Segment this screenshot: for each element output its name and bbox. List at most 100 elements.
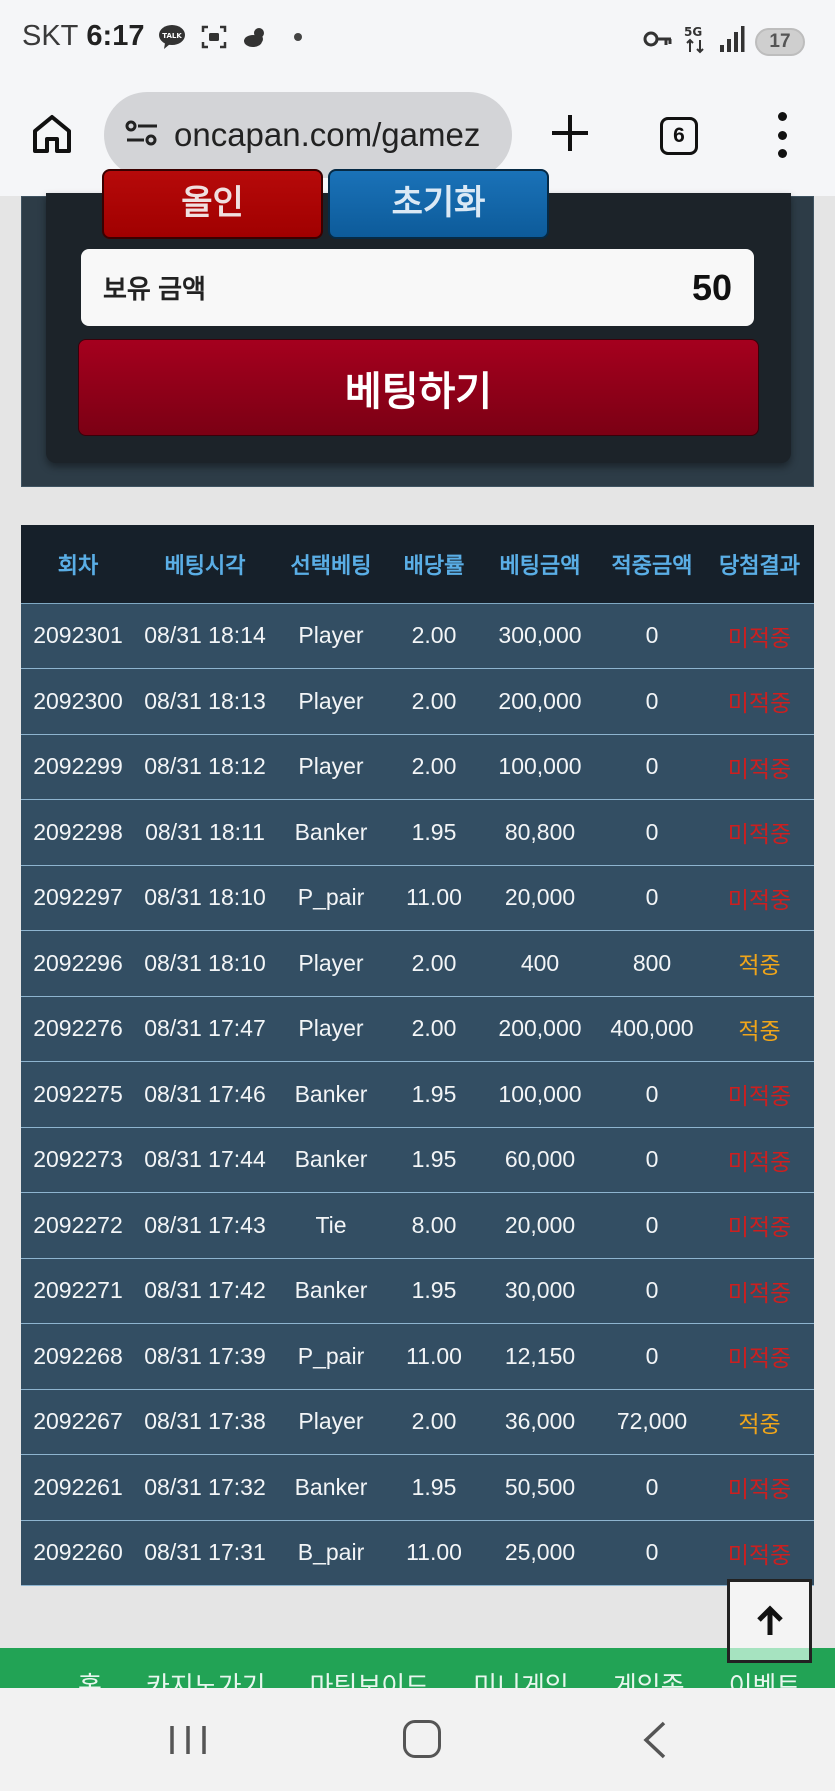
cell-win-amount: 0 <box>599 799 705 866</box>
cell-result: 미적중 <box>705 668 814 735</box>
table-row: 2092271 08/31 17:42 Banker 1.95 30,000 0 미적중 <box>21 1258 814 1324</box>
cell-round: 2092267 <box>21 1389 135 1455</box>
cell-result: 적중 <box>705 1389 814 1455</box>
cell-bet-time: 08/31 17:44 <box>135 1127 275 1193</box>
cell-bet-amount: 400 <box>481 930 599 997</box>
arrow-up-icon <box>756 1605 783 1635</box>
cell-win-amount: 0 <box>599 668 705 735</box>
cell-bet-time: 08/31 18:12 <box>135 734 275 800</box>
cell-selection: Banker <box>275 1127 387 1193</box>
cell-bet-amount: 60,000 <box>481 1127 599 1193</box>
cell-bet-amount: 200,000 <box>481 668 599 735</box>
footer-menu-item[interactable]: 마틴보이드 <box>310 1666 430 1688</box>
site-settings-icon[interactable] <box>124 118 160 153</box>
cell-win-amount: 0 <box>599 1258 705 1324</box>
screenshot-icon <box>200 24 228 50</box>
header-bet-time: 베팅시각 <box>135 525 275 604</box>
cell-win-amount: 400,000 <box>599 996 705 1062</box>
cell-round: 2092275 <box>21 1061 135 1128</box>
footer-menu-item[interactable]: 카지노가기 <box>146 1666 266 1688</box>
url-text: oncapan.com/gamez <box>174 116 481 153</box>
cell-odds: 11.00 <box>387 865 481 931</box>
table-row: 2092260 08/31 17:31 B_pair 11.00 25,000 0 미적중 <box>21 1520 814 1586</box>
clock: 6:17 <box>86 20 145 52</box>
bet-history-table: 회차 베팅시각 선택베팅 배당률 베팅금액 적중금액 당첨결과 2092301 0… <box>21 525 814 1586</box>
cell-selection: Player <box>275 734 387 800</box>
cell-selection: Player <box>275 603 387 669</box>
cell-bet-time: 08/31 17:32 <box>135 1454 275 1521</box>
cell-odds: 2.00 <box>387 668 481 735</box>
cell-result: 미적중 <box>705 1258 814 1324</box>
system-nav-bar <box>0 1688 835 1791</box>
cell-bet-amount: 100,000 <box>481 734 599 800</box>
footer-menu-item[interactable]: 게임존 <box>613 1666 685 1688</box>
system-home-icon[interactable] <box>403 1720 441 1758</box>
all-in-button[interactable]: 올인 <box>102 169 323 239</box>
cell-round: 2092299 <box>21 734 135 800</box>
footer-menu-item[interactable]: 홈 <box>78 1666 102 1688</box>
cell-bet-time: 08/31 18:13 <box>135 668 275 735</box>
cell-selection: Banker <box>275 1258 387 1324</box>
cell-result: 미적중 <box>705 865 814 931</box>
signal-icon <box>719 25 745 58</box>
cell-odds: 2.00 <box>387 734 481 800</box>
cell-result: 미적중 <box>705 799 814 866</box>
cell-round: 2092296 <box>21 930 135 997</box>
cell-selection: P_pair <box>275 865 387 931</box>
svg-text:TALK: TALK <box>163 32 183 40</box>
table-row: 2092268 08/31 17:39 P_pair 11.00 12,150 0 미적중 <box>21 1323 814 1390</box>
cell-bet-amount: 80,800 <box>481 799 599 866</box>
more-menu-icon[interactable] <box>776 112 788 158</box>
cell-odds: 1.95 <box>387 1127 481 1193</box>
reset-button[interactable]: 초기화 <box>328 169 549 239</box>
cell-win-amount: 72,000 <box>599 1389 705 1455</box>
recent-apps-icon[interactable] <box>168 1724 208 1756</box>
cell-result: 미적중 <box>705 1061 814 1128</box>
header-round: 회차 <box>21 525 135 604</box>
table-row: 2092273 08/31 17:44 Banker 1.95 60,000 0 미적중 <box>21 1127 814 1193</box>
cell-odds: 2.00 <box>387 996 481 1062</box>
cell-bet-time: 08/31 17:39 <box>135 1323 275 1390</box>
cell-round: 2092276 <box>21 996 135 1062</box>
5g-icon: 5G <box>683 24 709 59</box>
scroll-to-top-button[interactable] <box>727 1579 812 1663</box>
tab-switcher-button[interactable]: 6 <box>660 117 698 155</box>
cell-odds: 2.00 <box>387 1389 481 1455</box>
footer-menu-item[interactable]: 이벤트 <box>729 1666 801 1688</box>
cell-result: 미적중 <box>705 1454 814 1521</box>
cell-selection: Player <box>275 668 387 735</box>
cell-bet-amount: 200,000 <box>481 996 599 1062</box>
table-row: 2092298 08/31 18:11 Banker 1.95 80,800 0 미적중 <box>21 799 814 866</box>
table-header-row: 회차 베팅시각 선택베팅 배당률 베팅금액 적중금액 당첨결과 <box>21 525 814 604</box>
new-tab-icon[interactable] <box>548 111 592 155</box>
header-odds: 배당률 <box>387 525 481 604</box>
home-icon[interactable] <box>30 112 74 156</box>
cell-bet-amount: 12,150 <box>481 1323 599 1390</box>
place-bet-button[interactable]: 베팅하기 <box>78 339 759 436</box>
scroll-top-accent <box>730 1648 809 1660</box>
cell-win-amount: 0 <box>599 603 705 669</box>
cell-bet-amount: 30,000 <box>481 1258 599 1324</box>
cell-round: 2092261 <box>21 1454 135 1521</box>
cell-selection: B_pair <box>275 1520 387 1586</box>
table-row: 2092276 08/31 17:47 Player 2.00 200,000 400,0… <box>21 996 814 1062</box>
cell-win-amount: 0 <box>599 1127 705 1193</box>
betting-panel-inner: 올인 초기화 보유 금액 50 베팅하기 <box>46 169 791 463</box>
cell-odds: 11.00 <box>387 1520 481 1586</box>
cell-win-amount: 0 <box>599 1061 705 1128</box>
back-icon[interactable] <box>640 1720 670 1760</box>
cell-odds: 1.95 <box>387 799 481 866</box>
table-row: 2092296 08/31 18:10 Player 2.00 400 800 적중 <box>21 930 814 997</box>
cell-round: 2092268 <box>21 1323 135 1390</box>
cell-odds: 8.00 <box>387 1192 481 1259</box>
url-bar[interactable]: oncapan.com/gamez <box>104 92 512 178</box>
cell-selection: Player <box>275 996 387 1062</box>
table-row: 2092261 08/31 17:32 Banker 1.95 50,500 0 미적중 <box>21 1454 814 1521</box>
cell-bet-amount: 20,000 <box>481 865 599 931</box>
cell-result: 미적중 <box>705 1520 814 1586</box>
table-row: 2092301 08/31 18:14 Player 2.00 300,000 0 미적중 <box>21 603 814 669</box>
footer-menu-item[interactable]: 미니게임 <box>473 1666 569 1688</box>
cell-result: 미적중 <box>705 1127 814 1193</box>
header-bet-amount: 베팅금액 <box>481 525 599 604</box>
cell-bet-time: 08/31 17:38 <box>135 1389 275 1455</box>
